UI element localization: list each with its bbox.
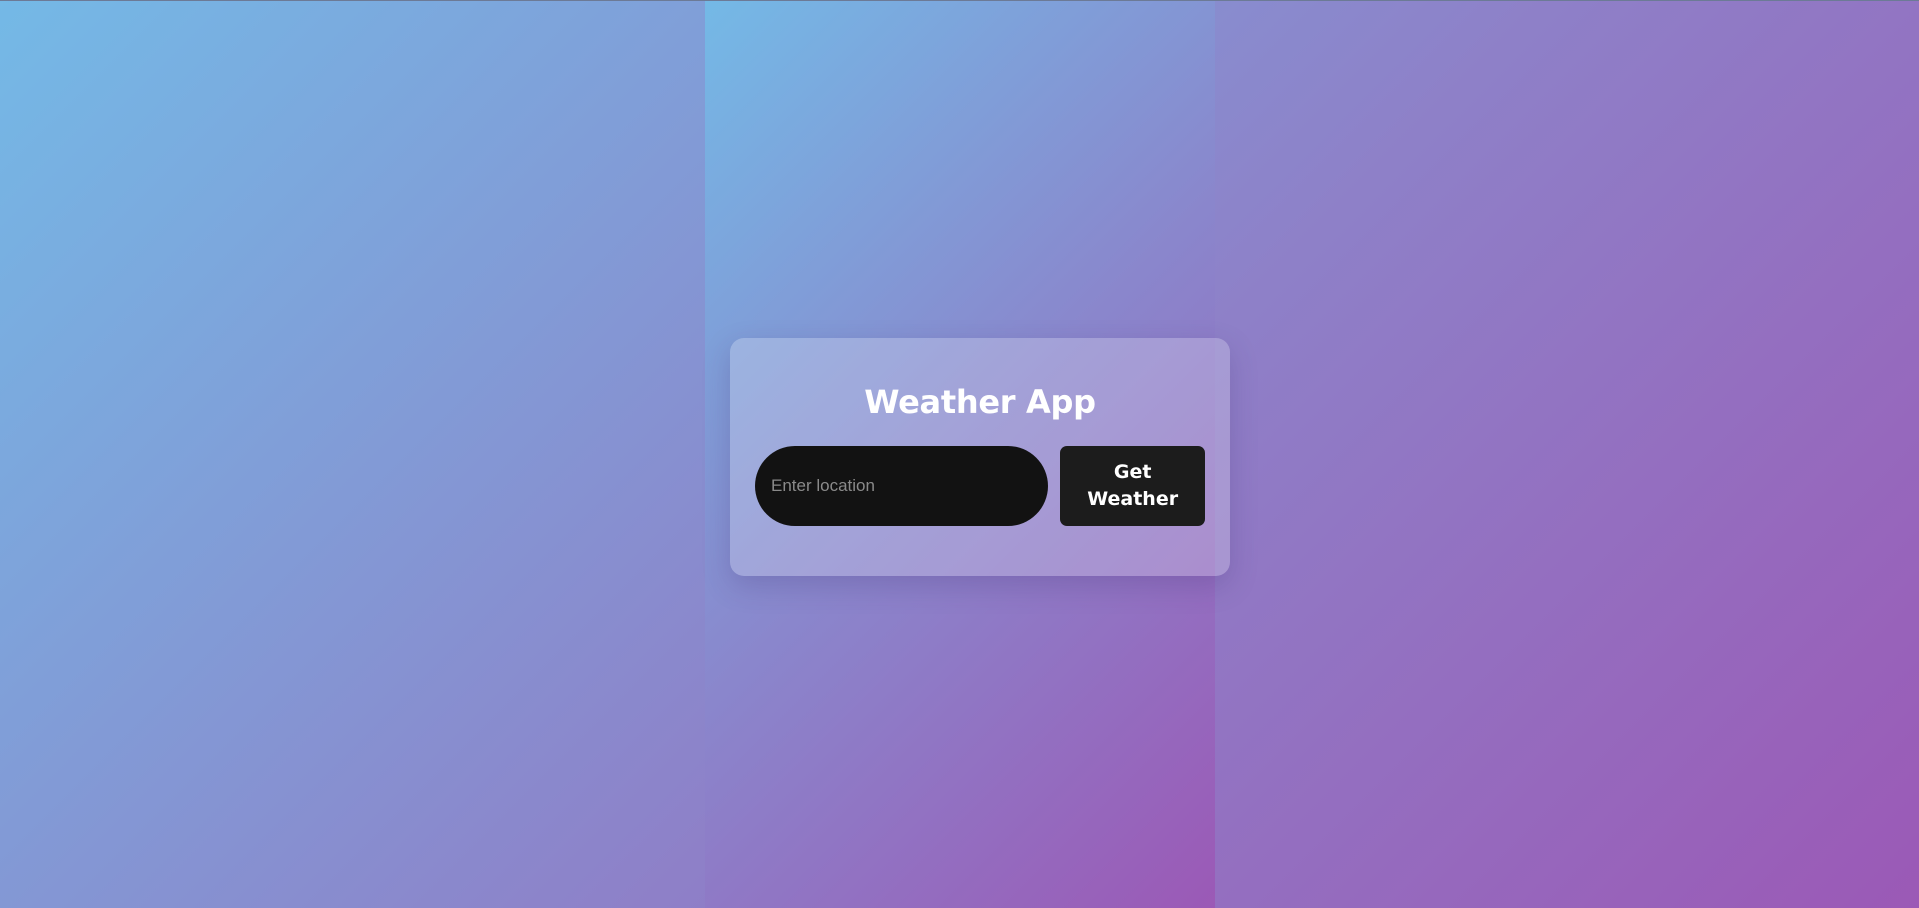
weather-card: Weather App Get Weather bbox=[730, 338, 1230, 576]
location-input[interactable] bbox=[755, 446, 1049, 526]
get-weather-button[interactable]: Get Weather bbox=[1060, 446, 1205, 526]
app-title: Weather App bbox=[864, 383, 1096, 421]
search-row: Get Weather bbox=[755, 446, 1205, 526]
